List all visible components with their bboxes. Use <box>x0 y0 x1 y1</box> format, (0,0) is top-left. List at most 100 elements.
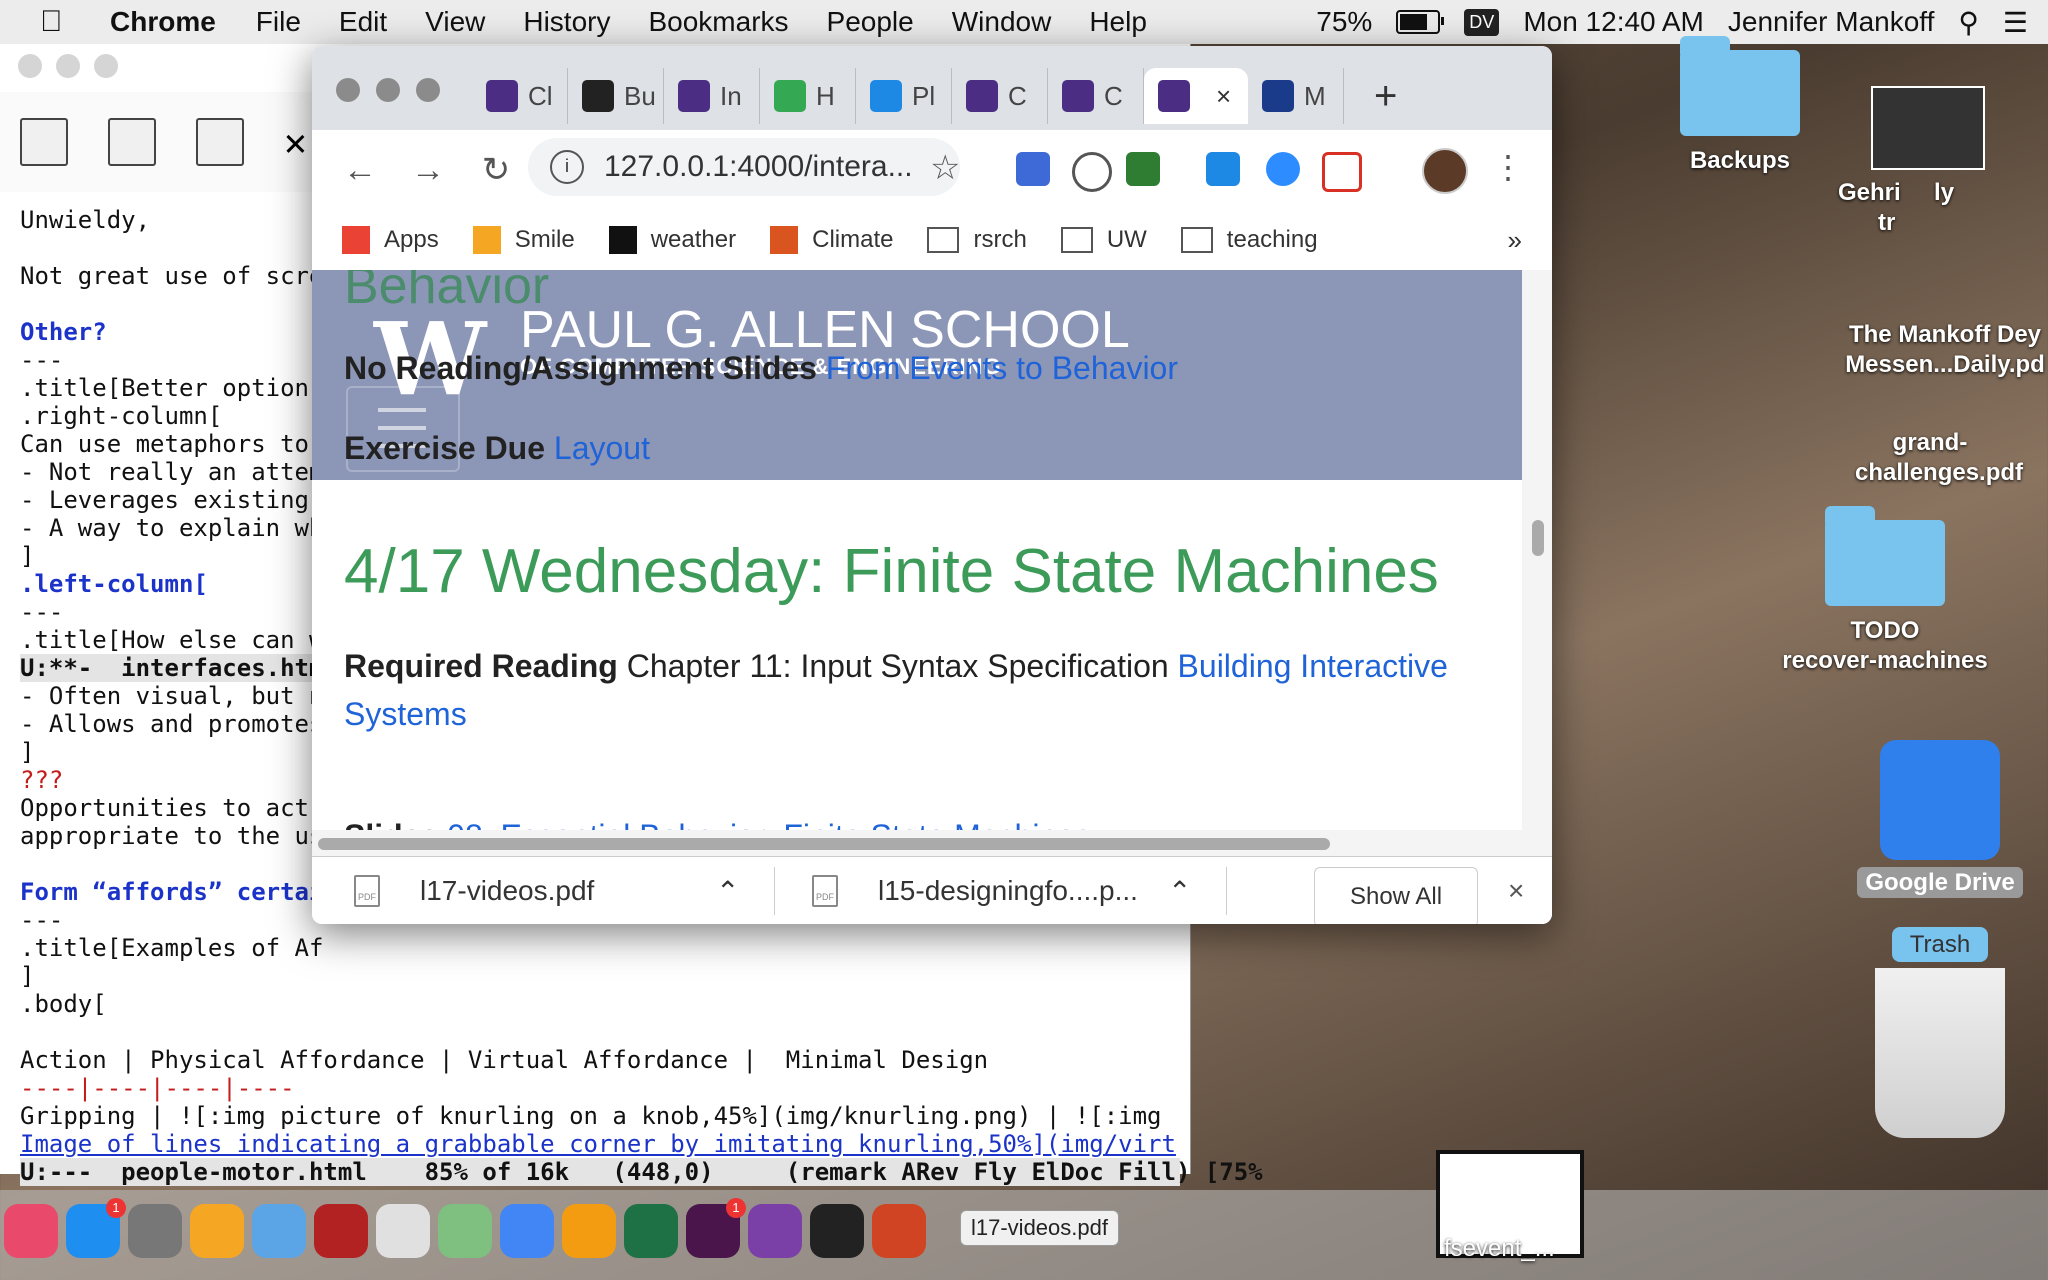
horizontal-scrollbar[interactable] <box>312 830 1552 856</box>
bookmark-item[interactable]: UW <box>1060 226 1147 254</box>
slack-icon[interactable]: 1 <box>686 1198 746 1258</box>
terminal-icon[interactable] <box>810 1204 864 1258</box>
bookmark-item[interactable]: rsrch <box>927 226 1027 254</box>
menu-bookmarks[interactable]: Bookmarks <box>648 6 788 38</box>
desktop-google-drive[interactable]: Google Drive <box>1850 740 2030 898</box>
bookmark-item[interactable]: Smile <box>472 226 575 254</box>
menu-kebab-icon[interactable]: ⋮ <box>1492 148 1524 186</box>
chrome-icon[interactable] <box>500 1204 554 1258</box>
menu-help[interactable]: Help <box>1089 6 1147 38</box>
bookmark-star-icon[interactable]: ☆ <box>930 148 960 188</box>
close-icon[interactable] <box>18 54 42 78</box>
apple-icon[interactable]:  <box>40 5 74 39</box>
profile-avatar[interactable] <box>1422 148 1468 194</box>
minimize-icon[interactable] <box>376 78 400 102</box>
dired-icon[interactable] <box>196 118 244 166</box>
desktop-file-messenger[interactable]: The Mankoff Dey Messen...Daily.pd <box>1840 320 2048 380</box>
powerpoint-icon[interactable] <box>872 1204 926 1258</box>
battery-icon[interactable] <box>1396 10 1445 34</box>
menu-app-name[interactable]: Chrome <box>110 6 216 38</box>
app-store-icon[interactable]: 1 <box>66 1198 126 1258</box>
browser-tab[interactable]: C <box>1048 68 1144 124</box>
desktop-file-gehri[interactable]: Gehri ly tr <box>1838 86 2018 238</box>
emacs-mode-line[interactable]: U:--- people-motor.html 85% of 16k (448,… <box>20 1158 1263 1186</box>
user-name[interactable]: Jennifer Mankoff <box>1728 6 1935 38</box>
events-to-behavior-link[interactable]: From Events to Behavior <box>826 350 1178 386</box>
bookmark-item[interactable]: Climate <box>770 226 893 254</box>
bookmark-item[interactable]: Apps <box>342 226 439 254</box>
zoom-icon[interactable] <box>94 54 118 78</box>
menu-people[interactable]: People <box>827 6 914 38</box>
tab-close-icon[interactable]: × <box>1216 81 1231 112</box>
spotlight-search-icon[interactable]: ⚲ <box>1958 6 1979 39</box>
download-extension-icon[interactable] <box>1126 152 1160 186</box>
chevron-up-icon[interactable]: ⌃ <box>1168 857 1191 924</box>
cyberduck-icon[interactable] <box>252 1204 306 1258</box>
layout-link[interactable]: Layout <box>554 430 650 466</box>
download-filename[interactable]: l17-videos.pdf <box>420 875 594 907</box>
url-text[interactable]: 127.0.0.1:4000/intera... <box>604 150 913 184</box>
new-file-icon[interactable] <box>20 118 68 166</box>
graduation-cap-extension-icon[interactable] <box>1016 152 1050 186</box>
photos-icon[interactable] <box>190 1204 244 1258</box>
menu-history[interactable]: History <box>523 6 610 38</box>
browser-tab-active[interactable]: × <box>1144 68 1248 124</box>
back-icon[interactable]: ← <box>340 151 380 190</box>
zoom-icon[interactable] <box>416 78 440 102</box>
battery-percent[interactable]: 75% <box>1316 6 1372 38</box>
dv-status-icon[interactable]: DV <box>1464 8 1500 36</box>
maps-icon[interactable] <box>438 1204 492 1258</box>
download-filename[interactable]: l15-designingfo....p... <box>878 875 1138 907</box>
slides-link[interactable]: 08: Essential Behavior: Finite State Mac… <box>447 818 1091 830</box>
bookmark-item[interactable]: teaching <box>1180 226 1318 254</box>
vertical-scrollbar[interactable] <box>1522 270 1552 830</box>
new-tab-icon[interactable]: + <box>1374 74 1397 119</box>
show-all-button[interactable]: Show All <box>1314 867 1478 924</box>
download-item[interactable]: PDF l17-videos.pdf <box>354 857 594 924</box>
forward-icon[interactable]: → <box>408 151 448 190</box>
omnibox[interactable]: i 127.0.0.1:4000/intera... <box>528 138 960 196</box>
desktop-file-grand-challenges[interactable]: grand-challenges.pdf <box>1830 428 2030 488</box>
music-icon[interactable] <box>4 1204 58 1258</box>
menu-window[interactable]: Window <box>952 6 1052 38</box>
page-content[interactable]: Behavior W PAUL G. ALLEN SCHOOL OF COMPU… <box>312 270 1522 830</box>
close-buffer-icon[interactable]: ✕ <box>284 120 307 164</box>
browser-tab[interactable]: C <box>952 68 1048 124</box>
minimize-icon[interactable] <box>56 54 80 78</box>
desktop-folder-todo[interactable]: TODO recover-machines <box>1770 506 2000 676</box>
fusion-icon[interactable] <box>562 1204 616 1258</box>
bookmark-item[interactable]: weather <box>608 226 736 254</box>
browser-tab[interactable]: M <box>1248 68 1344 124</box>
site-info-icon[interactable]: i <box>550 150 584 184</box>
desktop-trash[interactable]: Trash <box>1860 927 2020 1138</box>
clock[interactable]: Mon 12:40 AM <box>1523 6 1704 38</box>
chevron-up-icon[interactable]: ⌃ <box>716 857 739 924</box>
menu-view[interactable]: View <box>425 6 485 38</box>
browser-tab[interactable]: Pl <box>856 68 952 124</box>
zoom-extension-icon[interactable] <box>1266 152 1300 186</box>
close-icon[interactable] <box>336 78 360 102</box>
notification-center-icon[interactable]: ☰ <box>2003 6 2028 39</box>
download-item[interactable]: PDF l15-designingfo....p... <box>812 857 1138 924</box>
scroll-thumb[interactable] <box>1532 520 1544 556</box>
desktop-folder-backups[interactable]: Backups <box>1680 36 1800 176</box>
close-downloads-icon[interactable]: × <box>1508 875 1524 907</box>
window-extension-icon[interactable] <box>1206 152 1240 186</box>
browser-tab[interactable]: Cl <box>472 68 568 124</box>
browser-tab[interactable]: In <box>664 68 760 124</box>
bookmarks-overflow-icon[interactable]: » <box>1508 225 1522 256</box>
excel-icon[interactable] <box>624 1204 678 1258</box>
scroll-thumb[interactable] <box>318 838 1330 850</box>
emacs-icon[interactable] <box>748 1204 802 1258</box>
reload-icon[interactable]: ↻ <box>476 150 516 190</box>
chrome-window[interactable]: Cl Bu In H Pl C C × M + ← → ↻ i 127.0.0.1:4000/in… <box>312 46 1552 924</box>
info-extension-icon[interactable] <box>1072 152 1112 192</box>
system-preferences-icon[interactable] <box>128 1204 182 1258</box>
browser-tab[interactable]: Bu <box>568 68 664 124</box>
menu-file[interactable]: File <box>256 6 301 38</box>
launchpad-icon[interactable] <box>376 1204 430 1258</box>
menu-edit[interactable]: Edit <box>339 6 387 38</box>
open-folder-icon[interactable] <box>108 118 156 166</box>
photo-booth-icon[interactable] <box>314 1204 368 1258</box>
gmail-icon[interactable] <box>1322 152 1362 192</box>
